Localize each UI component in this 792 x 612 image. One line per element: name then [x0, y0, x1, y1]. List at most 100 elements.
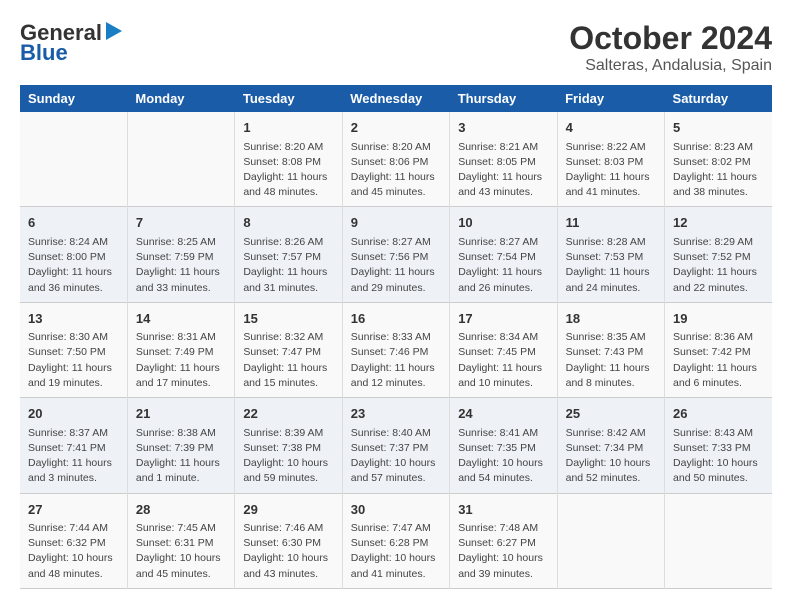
day-info: Sunrise: 8:24 AM Sunset: 8:00 PM Dayligh… — [28, 235, 119, 296]
calendar-cell: 9Sunrise: 8:27 AM Sunset: 7:56 PM Daylig… — [342, 207, 449, 302]
day-number: 27 — [28, 500, 119, 520]
day-info: Sunrise: 8:43 AM Sunset: 7:33 PM Dayligh… — [673, 426, 764, 487]
day-info: Sunrise: 8:37 AM Sunset: 7:41 PM Dayligh… — [28, 426, 119, 487]
day-number: 2 — [351, 118, 441, 138]
day-number: 23 — [351, 404, 441, 424]
calendar-table: SundayMondayTuesdayWednesdayThursdayFrid… — [20, 85, 772, 589]
calendar-cell: 6Sunrise: 8:24 AM Sunset: 8:00 PM Daylig… — [20, 207, 127, 302]
calendar-cell: 18Sunrise: 8:35 AM Sunset: 7:43 PM Dayli… — [557, 302, 664, 397]
day-number: 26 — [673, 404, 764, 424]
logo-text-blue: Blue — [20, 40, 68, 66]
day-number: 8 — [243, 213, 333, 233]
calendar-cell: 21Sunrise: 8:38 AM Sunset: 7:39 PM Dayli… — [127, 398, 234, 493]
calendar-cell: 27Sunrise: 7:44 AM Sunset: 6:32 PM Dayli… — [20, 493, 127, 588]
calendar-cell: 26Sunrise: 8:43 AM Sunset: 7:33 PM Dayli… — [665, 398, 772, 493]
day-info: Sunrise: 7:45 AM Sunset: 6:31 PM Dayligh… — [136, 521, 226, 582]
day-info: Sunrise: 8:42 AM Sunset: 7:34 PM Dayligh… — [566, 426, 656, 487]
day-info: Sunrise: 8:29 AM Sunset: 7:52 PM Dayligh… — [673, 235, 764, 296]
calendar-subtitle: Salteras, Andalusia, Spain — [569, 57, 772, 75]
day-info: Sunrise: 8:20 AM Sunset: 8:06 PM Dayligh… — [351, 140, 441, 201]
calendar-cell: 5Sunrise: 8:23 AM Sunset: 8:02 PM Daylig… — [665, 112, 772, 207]
day-number: 10 — [458, 213, 548, 233]
day-number: 15 — [243, 309, 333, 329]
day-of-week-sunday: Sunday — [20, 85, 127, 112]
calendar-cell: 14Sunrise: 8:31 AM Sunset: 7:49 PM Dayli… — [127, 302, 234, 397]
day-info: Sunrise: 8:41 AM Sunset: 7:35 PM Dayligh… — [458, 426, 548, 487]
calendar-cell — [127, 112, 234, 207]
day-info: Sunrise: 8:38 AM Sunset: 7:39 PM Dayligh… — [136, 426, 226, 487]
day-number: 16 — [351, 309, 441, 329]
calendar-cell: 28Sunrise: 7:45 AM Sunset: 6:31 PM Dayli… — [127, 493, 234, 588]
day-of-week-wednesday: Wednesday — [342, 85, 449, 112]
day-info: Sunrise: 8:28 AM Sunset: 7:53 PM Dayligh… — [566, 235, 656, 296]
day-number: 17 — [458, 309, 548, 329]
day-info: Sunrise: 7:46 AM Sunset: 6:30 PM Dayligh… — [243, 521, 333, 582]
day-number: 11 — [566, 213, 656, 233]
calendar-cell: 11Sunrise: 8:28 AM Sunset: 7:53 PM Dayli… — [557, 207, 664, 302]
calendar-cell — [20, 112, 127, 207]
calendar-week-row: 6Sunrise: 8:24 AM Sunset: 8:00 PM Daylig… — [20, 207, 772, 302]
day-info: Sunrise: 8:36 AM Sunset: 7:42 PM Dayligh… — [673, 330, 764, 391]
day-info: Sunrise: 7:44 AM Sunset: 6:32 PM Dayligh… — [28, 521, 119, 582]
day-number: 12 — [673, 213, 764, 233]
day-info: Sunrise: 8:40 AM Sunset: 7:37 PM Dayligh… — [351, 426, 441, 487]
calendar-cell: 29Sunrise: 7:46 AM Sunset: 6:30 PM Dayli… — [235, 493, 342, 588]
day-info: Sunrise: 8:32 AM Sunset: 7:47 PM Dayligh… — [243, 330, 333, 391]
day-number: 5 — [673, 118, 764, 138]
day-info: Sunrise: 8:21 AM Sunset: 8:05 PM Dayligh… — [458, 140, 548, 201]
day-number: 1 — [243, 118, 333, 138]
day-number: 24 — [458, 404, 548, 424]
day-info: Sunrise: 8:23 AM Sunset: 8:02 PM Dayligh… — [673, 140, 764, 201]
calendar-cell: 4Sunrise: 8:22 AM Sunset: 8:03 PM Daylig… — [557, 112, 664, 207]
calendar-cell: 22Sunrise: 8:39 AM Sunset: 7:38 PM Dayli… — [235, 398, 342, 493]
day-info: Sunrise: 8:22 AM Sunset: 8:03 PM Dayligh… — [566, 140, 656, 201]
day-number: 3 — [458, 118, 548, 138]
day-number: 4 — [566, 118, 656, 138]
calendar-cell: 1Sunrise: 8:20 AM Sunset: 8:08 PM Daylig… — [235, 112, 342, 207]
logo: General Blue — [20, 20, 124, 66]
calendar-cell: 15Sunrise: 8:32 AM Sunset: 7:47 PM Dayli… — [235, 302, 342, 397]
calendar-cell: 7Sunrise: 8:25 AM Sunset: 7:59 PM Daylig… — [127, 207, 234, 302]
title-area: October 2024 Salteras, Andalusia, Spain — [569, 20, 772, 75]
day-number: 25 — [566, 404, 656, 424]
day-number: 22 — [243, 404, 333, 424]
page-header: General Blue October 2024 Salteras, Anda… — [20, 20, 772, 75]
day-of-week-saturday: Saturday — [665, 85, 772, 112]
day-number: 13 — [28, 309, 119, 329]
calendar-cell: 8Sunrise: 8:26 AM Sunset: 7:57 PM Daylig… — [235, 207, 342, 302]
calendar-cell: 17Sunrise: 8:34 AM Sunset: 7:45 PM Dayli… — [450, 302, 557, 397]
calendar-cell: 25Sunrise: 8:42 AM Sunset: 7:34 PM Dayli… — [557, 398, 664, 493]
day-number: 18 — [566, 309, 656, 329]
calendar-week-row: 13Sunrise: 8:30 AM Sunset: 7:50 PM Dayli… — [20, 302, 772, 397]
calendar-cell: 24Sunrise: 8:41 AM Sunset: 7:35 PM Dayli… — [450, 398, 557, 493]
calendar-header-row: SundayMondayTuesdayWednesdayThursdayFrid… — [20, 85, 772, 112]
day-number: 21 — [136, 404, 226, 424]
day-number: 28 — [136, 500, 226, 520]
day-info: Sunrise: 8:31 AM Sunset: 7:49 PM Dayligh… — [136, 330, 226, 391]
day-info: Sunrise: 8:25 AM Sunset: 7:59 PM Dayligh… — [136, 235, 226, 296]
day-info: Sunrise: 8:27 AM Sunset: 7:54 PM Dayligh… — [458, 235, 548, 296]
day-number: 9 — [351, 213, 441, 233]
day-info: Sunrise: 8:20 AM Sunset: 8:08 PM Dayligh… — [243, 140, 333, 201]
day-info: Sunrise: 8:27 AM Sunset: 7:56 PM Dayligh… — [351, 235, 441, 296]
day-number: 14 — [136, 309, 226, 329]
day-of-week-friday: Friday — [557, 85, 664, 112]
day-number: 30 — [351, 500, 441, 520]
day-info: Sunrise: 7:47 AM Sunset: 6:28 PM Dayligh… — [351, 521, 441, 582]
calendar-cell: 10Sunrise: 8:27 AM Sunset: 7:54 PM Dayli… — [450, 207, 557, 302]
calendar-cell: 30Sunrise: 7:47 AM Sunset: 6:28 PM Dayli… — [342, 493, 449, 588]
day-info: Sunrise: 8:34 AM Sunset: 7:45 PM Dayligh… — [458, 330, 548, 391]
logo-arrow-icon — [104, 20, 124, 42]
day-info: Sunrise: 8:30 AM Sunset: 7:50 PM Dayligh… — [28, 330, 119, 391]
calendar-cell — [665, 493, 772, 588]
calendar-cell: 16Sunrise: 8:33 AM Sunset: 7:46 PM Dayli… — [342, 302, 449, 397]
day-number: 6 — [28, 213, 119, 233]
day-number: 7 — [136, 213, 226, 233]
calendar-cell: 23Sunrise: 8:40 AM Sunset: 7:37 PM Dayli… — [342, 398, 449, 493]
day-of-week-thursday: Thursday — [450, 85, 557, 112]
calendar-cell: 31Sunrise: 7:48 AM Sunset: 6:27 PM Dayli… — [450, 493, 557, 588]
calendar-cell: 19Sunrise: 8:36 AM Sunset: 7:42 PM Dayli… — [665, 302, 772, 397]
calendar-week-row: 20Sunrise: 8:37 AM Sunset: 7:41 PM Dayli… — [20, 398, 772, 493]
day-of-week-monday: Monday — [127, 85, 234, 112]
day-info: Sunrise: 8:35 AM Sunset: 7:43 PM Dayligh… — [566, 330, 656, 391]
